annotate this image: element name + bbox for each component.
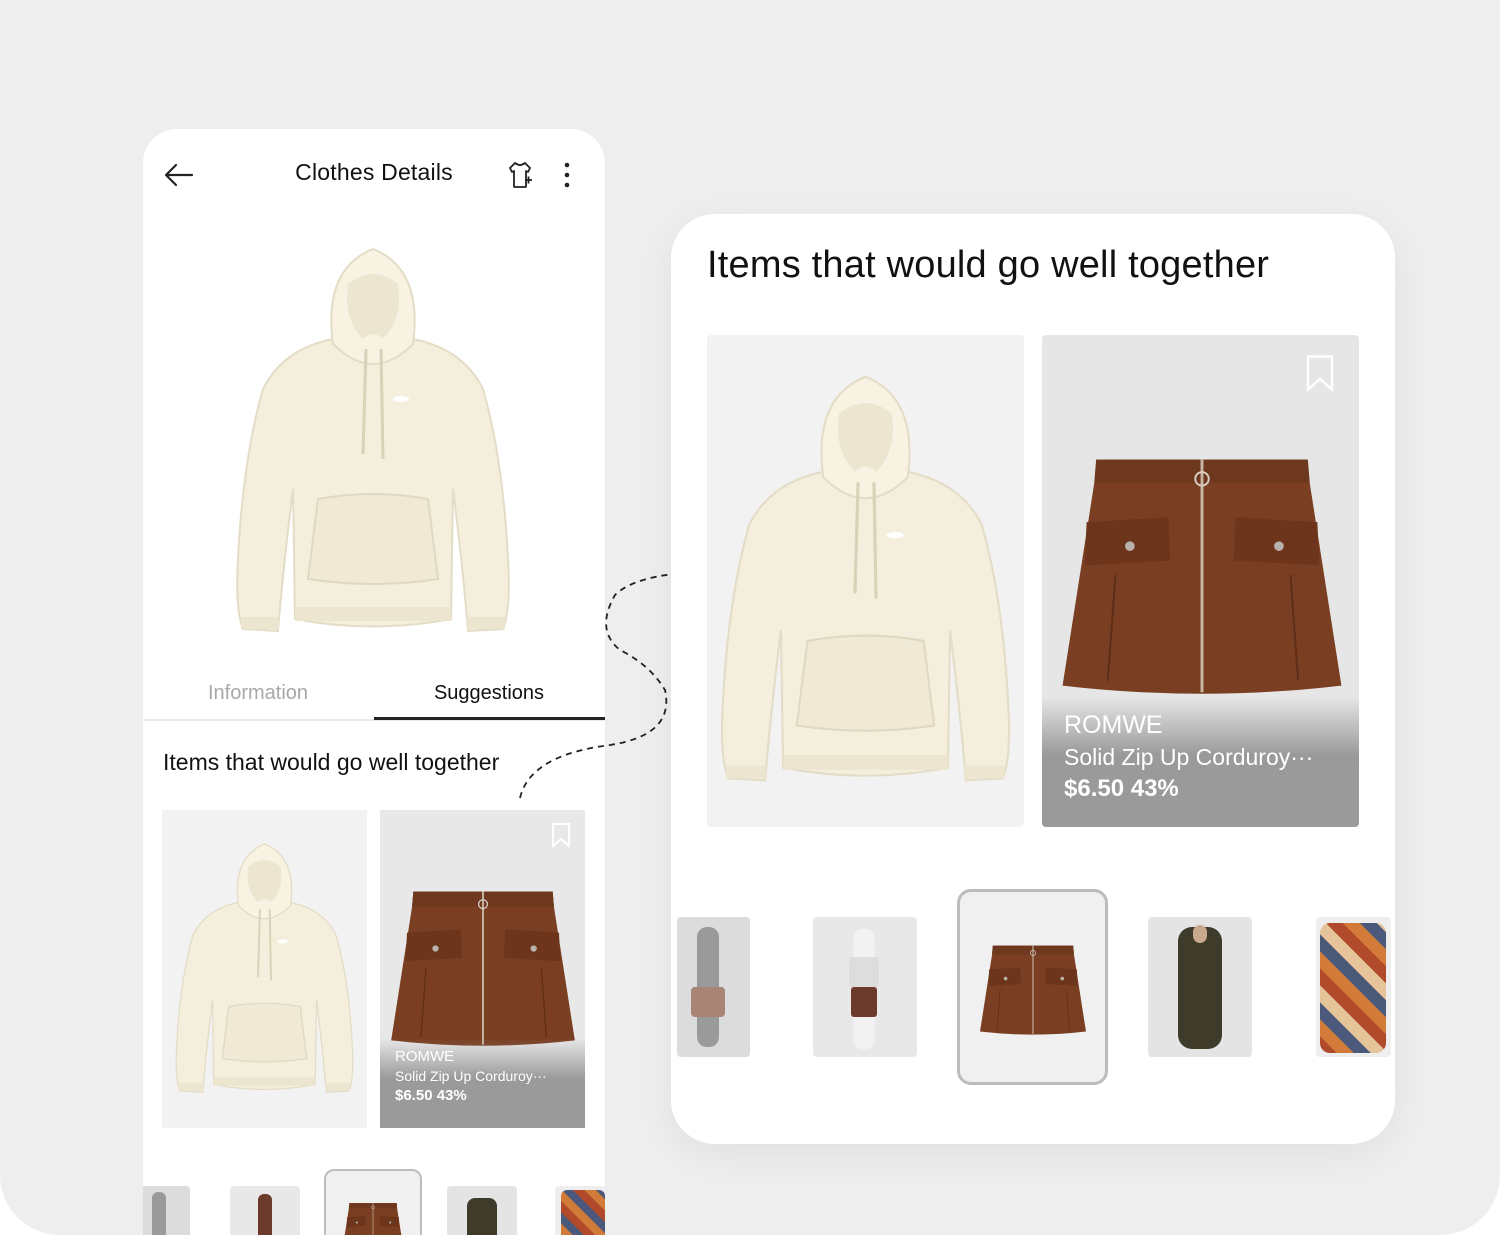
- thumbnail-item[interactable]: [1316, 917, 1391, 1057]
- bookmark-icon[interactable]: [551, 822, 571, 848]
- skirt-card[interactable]: ROMWE Solid Zip Up Corduroy··· $6.50 43%: [380, 810, 585, 1128]
- arrow-left-icon: [164, 163, 194, 187]
- tab-information[interactable]: Information: [143, 665, 373, 721]
- hoodie-image: [175, 842, 354, 1094]
- thumbnail-item-selected[interactable]: [324, 1169, 422, 1235]
- add-to-closet-button[interactable]: [503, 157, 537, 193]
- thumbnail-item[interactable]: [447, 1186, 517, 1235]
- hoodie-card-large[interactable]: [707, 335, 1024, 827]
- skirt-image: [390, 890, 576, 1047]
- thumbnail-item[interactable]: [230, 1186, 300, 1235]
- thumbnail-item[interactable]: [143, 1186, 190, 1235]
- skirt-card-large[interactable]: ROMWE Solid Zip Up Corduroy··· $6.50 43%: [1042, 335, 1359, 827]
- share-hanger-icon: [509, 162, 532, 188]
- detail-tabs: Information Suggestions: [143, 665, 605, 721]
- thumbnail-item-selected[interactable]: [957, 889, 1108, 1085]
- thumbnail-item[interactable]: [555, 1186, 605, 1235]
- product-price: $6.50 43%: [395, 1087, 467, 1104]
- more-vertical-icon: [564, 162, 570, 188]
- zoomed-section-title: Items that would go well together: [707, 244, 1270, 286]
- tab-suggestions[interactable]: Suggestions: [374, 665, 604, 721]
- hoodie-card[interactable]: [162, 810, 367, 1128]
- product-name-large: Solid Zip Up Corduroy···: [1064, 744, 1314, 770]
- product-brand-large: ROMWE: [1064, 711, 1163, 739]
- bookmark-icon-large[interactable]: [1305, 353, 1335, 393]
- thumbnail-strip: [143, 1169, 605, 1235]
- product-price-large: $6.50 43%: [1064, 775, 1179, 802]
- hero-hoodie-image: [213, 229, 533, 649]
- canvas-background: Clothes Details Information Suggestions …: [0, 0, 1500, 1235]
- section-title: Items that would go well together: [163, 749, 500, 775]
- thumbnail-strip-large: [671, 884, 1395, 1094]
- app-bar: Clothes Details: [143, 129, 605, 221]
- zoomed-suggestions-panel: Items that would go well together ROMWE …: [671, 214, 1395, 1144]
- product-name: Solid Zip Up Corduroy···: [395, 1068, 547, 1084]
- skirt-image-large: [1061, 458, 1343, 696]
- thumbnail-item[interactable]: [813, 917, 917, 1057]
- page-title: Clothes Details: [295, 159, 453, 185]
- hoodie-image-large: [720, 375, 1011, 782]
- phone-screen: Clothes Details Information Suggestions …: [143, 129, 605, 1235]
- product-info-overlay-large: ROMWE Solid Zip Up Corduroy··· $6.50 43%: [1042, 697, 1359, 827]
- active-tab-indicator: [374, 717, 605, 720]
- thumbnail-item[interactable]: [677, 917, 750, 1057]
- thumbnail-item[interactable]: [1148, 917, 1252, 1057]
- more-options-button[interactable]: [555, 157, 579, 193]
- product-info-overlay: ROMWE Solid Zip Up Corduroy··· $6.50 43%: [380, 1038, 585, 1128]
- product-brand: ROMWE: [395, 1048, 455, 1065]
- back-button[interactable]: [161, 157, 197, 193]
